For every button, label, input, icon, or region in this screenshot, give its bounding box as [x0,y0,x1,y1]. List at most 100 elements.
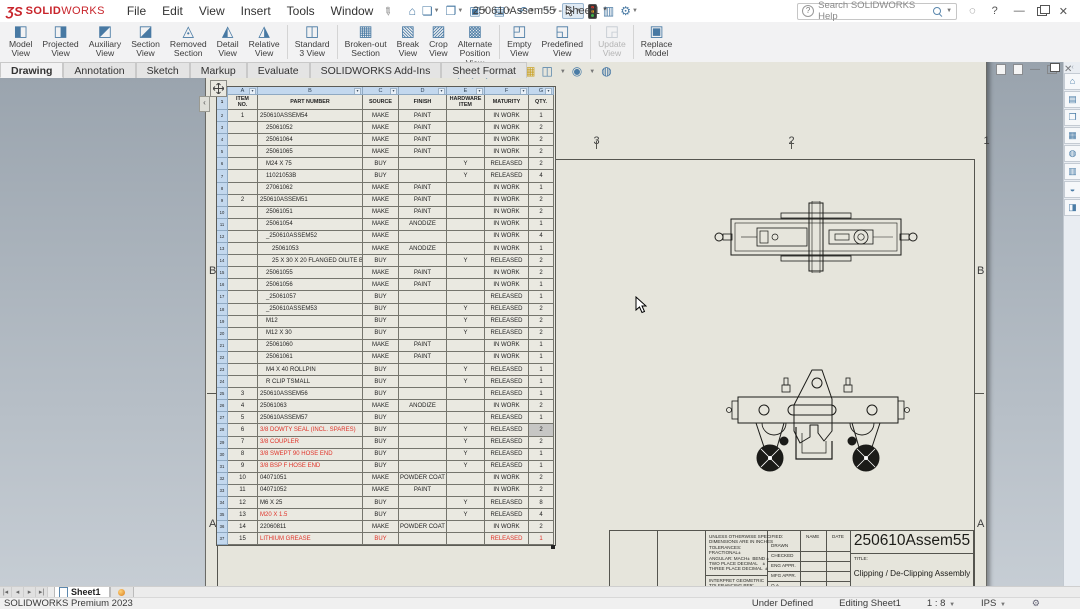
bom-cell[interactable] [228,158,258,171]
bom-cell[interactable]: M24 X 75 [258,158,363,171]
bom-cell[interactable]: 25061053 [258,243,363,256]
bom-column-letter[interactable]: D ▾ [399,87,447,95]
bom-cell[interactable]: MAKE [363,400,399,413]
bom-cell[interactable] [228,218,258,231]
bom-cell[interactable]: MAKE [363,218,399,231]
bom-cell[interactable] [399,170,447,183]
bom-cell[interactable]: 2 [228,194,258,207]
bom-cell[interactable]: MAKE [363,484,399,497]
bom-cell[interactable] [447,122,485,135]
bom-cell[interactable]: BUY [363,497,399,510]
bom-cell[interactable]: RELEASED [485,412,529,425]
bom-cell[interactable]: RELEASED [485,533,529,546]
bom-cell[interactable]: IN WORK [485,339,529,352]
bom-cell[interactable]: 2 [529,146,554,159]
bom-cell[interactable]: 5 [228,412,258,425]
bom-header-cell[interactable]: PART NUMBER [258,95,363,110]
bom-cell[interactable]: IN WORK [485,218,529,231]
bom-cell[interactable]: 25061064 [258,134,363,147]
bom-column-letter[interactable]: B ▾ [258,87,363,95]
doc-close-button[interactable]: ✕ [1064,64,1072,75]
bom-cell[interactable]: 8 [228,448,258,461]
bom-cell[interactable] [447,351,485,364]
bom-cell[interactable]: R CLIP TSMALL [258,376,363,389]
bom-cell[interactable] [228,351,258,364]
bom-cell[interactable] [228,230,258,244]
bom-cell[interactable] [399,158,447,171]
bom-cell[interactable]: RELEASED [485,255,529,268]
bom-cell[interactable] [228,206,258,219]
bom-cell[interactable] [447,400,485,413]
bom-cell[interactable] [228,376,258,389]
bom-cell[interactable]: 25061063 [258,400,363,413]
ribbon-replace-model-button[interactable]: ▣ Replace Model [636,22,678,62]
save-button[interactable]: ▣ ▼ [467,4,489,18]
bom-cell[interactable]: 25061054 [258,218,363,231]
bom-cell[interactable]: BUY [363,255,399,268]
bom-cell[interactable]: BUY [363,170,399,183]
chevron-down-icon[interactable]: ▼ [946,8,952,14]
bom-cell[interactable]: M12 [258,315,363,328]
bom-cell[interactable]: 4 [228,400,258,413]
bom-cell[interactable] [399,533,447,546]
bom-cell[interactable]: PAINT [399,206,447,219]
bom-cell[interactable]: RELEASED [485,424,529,437]
add-ins-icon[interactable]: ◨ [1064,199,1080,216]
bom-cell[interactable]: _250610ASSEM52 [258,230,363,244]
bom-cell[interactable]: BUY [363,424,399,437]
bom-cell[interactable]: 2 [529,484,554,497]
bom-cell[interactable] [447,484,485,497]
ribbon-broken-out-section-button[interactable]: ▦ Broken-out Section [340,22,392,62]
bom-cell[interactable]: 25061052 [258,122,363,135]
bom-cell[interactable]: 8 [529,497,554,510]
bom-cell[interactable] [399,363,447,377]
bom-cell[interactable]: BUY [363,158,399,171]
bom-cell[interactable] [447,243,485,256]
bom-cell[interactable]: 2 [529,122,554,135]
bom-cell[interactable]: 25061051 [258,206,363,219]
home-button[interactable]: ⌂ [407,4,418,18]
bom-cell[interactable]: MAKE [363,267,399,280]
bom-cell[interactable] [399,460,447,473]
bom-cell[interactable] [399,424,447,437]
bom-cell[interactable]: 22060811 [258,521,363,534]
bom-cell[interactable]: BUY [363,412,399,425]
search-input[interactable]: ? Search SOLIDWORKS Help ▼ [797,0,958,22]
bom-cell[interactable]: 6 [228,424,258,437]
bom-cell[interactable]: 250610ASSEM54 [258,110,363,123]
doc-restore-button[interactable] [1047,63,1060,74]
bom-cell[interactable]: ANODIZE [399,218,447,231]
bom-cell[interactable] [228,170,258,183]
pin-icon[interactable]: ✎ [380,3,395,19]
bom-cell[interactable]: Y [447,363,485,377]
bom-cell[interactable]: IN WORK [485,267,529,280]
ribbon-predefined-view-button[interactable]: ◱ Predefined View [537,22,589,62]
bom-cell[interactable]: RELEASED [485,376,529,389]
bom-cell[interactable] [228,327,258,340]
bom-cell[interactable]: MAKE [363,351,399,364]
bom-cell[interactable]: BUY [363,291,399,304]
bom-cell[interactable]: MAKE [363,279,399,292]
bom-cell[interactable]: MAKE [363,230,399,244]
bom-cell[interactable]: Y [447,158,485,171]
bom-cell[interactable]: LITHIUM GREASE [258,533,363,546]
bom-cell[interactable]: 13 [228,509,258,522]
bom-cell[interactable]: MAKE [363,243,399,256]
bom-cell[interactable] [228,279,258,292]
bom-cell[interactable] [399,376,447,389]
bom-column-letter[interactable]: A ▾ [228,87,258,95]
bom-cell[interactable]: BUY [363,376,399,389]
bom-cell[interactable]: _25061057 [258,291,363,304]
bom-cell[interactable]: PAINT [399,194,447,207]
bom-cell[interactable]: Y [447,315,485,328]
drawing-view-front[interactable] [726,367,911,475]
ribbon-relative-view-button[interactable]: ◮ Relative View [244,22,285,62]
bom-cell[interactable] [447,472,485,485]
bom-cell[interactable]: 25061060 [258,339,363,352]
bom-cell[interactable]: BUY [363,509,399,522]
bom-cell[interactable]: POWDER COAT [399,521,447,534]
bom-cell[interactable]: 2 [529,472,554,485]
bom-cell[interactable] [228,146,258,159]
bom-cell[interactable]: IN WORK [485,472,529,485]
bom-cell[interactable]: MAKE [363,134,399,147]
